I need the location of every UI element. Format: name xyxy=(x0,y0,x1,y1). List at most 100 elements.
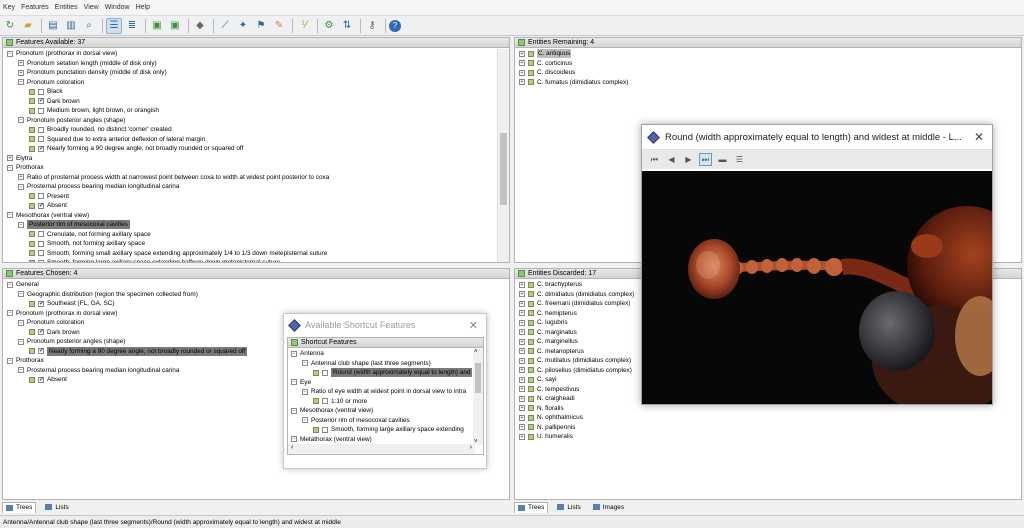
last-icon[interactable]: ⏭ xyxy=(699,153,712,166)
image-window-titlebar[interactable]: Round (width approximately equal to leng… xyxy=(642,125,992,149)
wand-icon[interactable]: ⟋ xyxy=(217,18,233,34)
expand-icon[interactable]: + xyxy=(519,395,525,402)
collapse-icon[interactable]: − xyxy=(291,350,297,357)
state-checkbox[interactable] xyxy=(38,107,44,114)
state-checkbox[interactable] xyxy=(322,398,328,405)
expand-icon[interactable]: + xyxy=(519,357,525,364)
state-checkbox[interactable]: ✔ xyxy=(38,145,44,152)
expand-icon[interactable]: + xyxy=(519,329,525,336)
tab-trees[interactable]: Trees xyxy=(514,501,549,513)
entity-row[interactable]: + U. humeralis xyxy=(515,432,1021,442)
feature-group-row[interactable]: + Pronotum punctation density (middle of … xyxy=(3,68,509,78)
expand-icon[interactable]: + xyxy=(519,69,525,76)
new-key-icon[interactable]: ↻ xyxy=(2,18,18,34)
feature-state-row[interactable]: ✔ Nearly forming a 90 degree angle, not b… xyxy=(3,144,509,154)
collapse-icon[interactable]: − xyxy=(18,79,24,86)
wand-filter-icon[interactable]: ⚑ xyxy=(253,18,269,34)
expand-icon[interactable]: + xyxy=(519,79,525,86)
feature-state-row[interactable]: Smooth, forming large axillary space ext… xyxy=(288,425,473,435)
state-checkbox[interactable] xyxy=(38,88,44,95)
expand-icon[interactable]: + xyxy=(18,69,24,76)
menu-key[interactable]: Key xyxy=(3,4,15,11)
feature-state-row[interactable]: Smooth, forming large axillary space ext… xyxy=(3,258,509,262)
state-checkbox[interactable] xyxy=(38,231,44,238)
feature-state-row[interactable]: Smooth, forming small axillary space ext… xyxy=(3,249,509,259)
menu-features[interactable]: Features xyxy=(21,4,49,11)
collapse-icon[interactable]: − xyxy=(7,281,13,288)
feature-group-row[interactable]: − Mesothorax (ventral view) xyxy=(3,211,509,221)
collapse-icon[interactable]: − xyxy=(302,388,308,395)
expand-icon[interactable]: + xyxy=(519,319,525,326)
tab-lists[interactable]: Lists xyxy=(42,502,71,513)
feature-group-row[interactable]: + Pronotum setation length (middle of dis… xyxy=(3,59,509,69)
expand-icon[interactable]: + xyxy=(519,405,525,412)
collapse-icon[interactable]: − xyxy=(302,417,308,424)
search-icon[interactable]: ⌕ xyxy=(81,18,97,34)
feature-state-row[interactable]: ✔ Dark brown xyxy=(3,97,509,107)
list-view-icon[interactable]: ☰ xyxy=(106,17,122,34)
menu-window[interactable]: Window xyxy=(105,4,130,11)
collapse-icon[interactable]: − xyxy=(18,221,24,228)
entity-row[interactable]: + C. fumatus (dimidiatus complex) xyxy=(515,78,1021,88)
collapse-icon[interactable]: − xyxy=(302,360,308,367)
state-checkbox[interactable] xyxy=(38,259,44,262)
entity-row[interactable]: + N. ophthalmicus xyxy=(515,413,1021,423)
collapse-icon[interactable]: − xyxy=(7,357,13,364)
tab-lists[interactable]: Lists xyxy=(554,502,583,513)
expand-icon[interactable]: + xyxy=(519,300,525,307)
feature-state-row[interactable]: Squared due to extra anterior deflexion … xyxy=(3,135,509,145)
save-as-icon[interactable]: ▥ xyxy=(63,18,79,34)
feature-state-row[interactable]: Smooth, not forming axillary space xyxy=(3,239,509,249)
feature-group-row[interactable]: − Posterior rim of mesocoxal cavities xyxy=(288,416,473,426)
expand-icon[interactable]: + xyxy=(519,50,525,57)
feature-group-row[interactable]: − Pronotum posterior angles (shape) xyxy=(3,116,509,126)
shortcut-hscrollbar[interactable]: ‹ › xyxy=(288,444,475,454)
save-icon[interactable]: ▤ xyxy=(45,18,61,34)
prev-icon[interactable]: ◀ xyxy=(665,153,678,166)
feature-state-row[interactable]: Round (width approximately equal to leng… xyxy=(288,368,473,378)
chevron-right-icon[interactable]: › xyxy=(470,444,472,451)
expand-icon[interactable]: + xyxy=(519,433,525,440)
open-folder-icon[interactable]: ▰ xyxy=(20,18,36,34)
entity-row[interactable]: + N. pallipennis xyxy=(515,423,1021,433)
feature-state-row[interactable]: Medium brown, light brown, or orangish xyxy=(3,106,509,116)
expand-icon[interactable]: + xyxy=(519,291,525,298)
collapse-icon[interactable]: − xyxy=(18,367,24,374)
settings-icon[interactable]: ⚙ xyxy=(321,18,337,34)
collapse-icon[interactable]: − xyxy=(7,50,13,57)
sort-icon[interactable]: ⇅ xyxy=(339,18,355,34)
scroll-thumb[interactable] xyxy=(500,133,507,205)
expand-icon[interactable]: + xyxy=(18,60,24,67)
state-checkbox[interactable] xyxy=(38,136,44,143)
state-checkbox[interactable]: ✔ xyxy=(38,300,44,307)
import-icon[interactable]: ▣ xyxy=(167,18,183,34)
close-icon[interactable]: ✕ xyxy=(469,319,478,332)
expand-icon[interactable]: + xyxy=(519,348,525,355)
state-checkbox[interactable]: ✔ xyxy=(38,202,44,209)
separate-icon[interactable]: ⅟ xyxy=(296,18,312,34)
chevron-up-icon[interactable]: ˄ xyxy=(474,349,478,355)
feature-state-row[interactable]: 1:10 or more xyxy=(288,397,473,407)
feature-state-row[interactable]: Crenulate, not forming axillary space xyxy=(3,230,509,240)
menu-view[interactable]: View xyxy=(84,4,99,11)
state-checkbox[interactable] xyxy=(322,369,328,376)
help-icon[interactable]: ? xyxy=(389,19,401,32)
state-checkbox[interactable] xyxy=(322,426,328,433)
expand-icon[interactable]: + xyxy=(519,376,525,383)
collapse-icon[interactable]: − xyxy=(7,310,13,317)
expand-icon[interactable]: + xyxy=(519,60,525,67)
feature-group-row[interactable]: − Antennal club shape (last three segment… xyxy=(288,359,473,369)
collapse-icon[interactable]: − xyxy=(291,379,297,386)
expand-icon[interactable]: + xyxy=(519,367,525,374)
expand-icon[interactable]: + xyxy=(519,424,525,431)
collapse-icon[interactable]: − xyxy=(291,407,297,414)
feature-group-row[interactable]: − Antenna xyxy=(288,349,473,359)
feature-group-row[interactable]: − Eye xyxy=(288,378,473,388)
feature-group-row[interactable]: − Ratio of eye width at widest point in d… xyxy=(288,387,473,397)
shortcut-window-titlebar[interactable]: Available Shortcut Features ✕ xyxy=(284,314,486,336)
entity-row[interactable]: + C. discoideus xyxy=(515,68,1021,78)
tag-icon[interactable]: ◆ xyxy=(192,18,208,34)
feature-group-row[interactable]: − Pronotum (prothorax in dorsal view) xyxy=(3,49,509,59)
state-checkbox[interactable] xyxy=(38,126,44,133)
collapse-icon[interactable]: − xyxy=(18,319,24,326)
